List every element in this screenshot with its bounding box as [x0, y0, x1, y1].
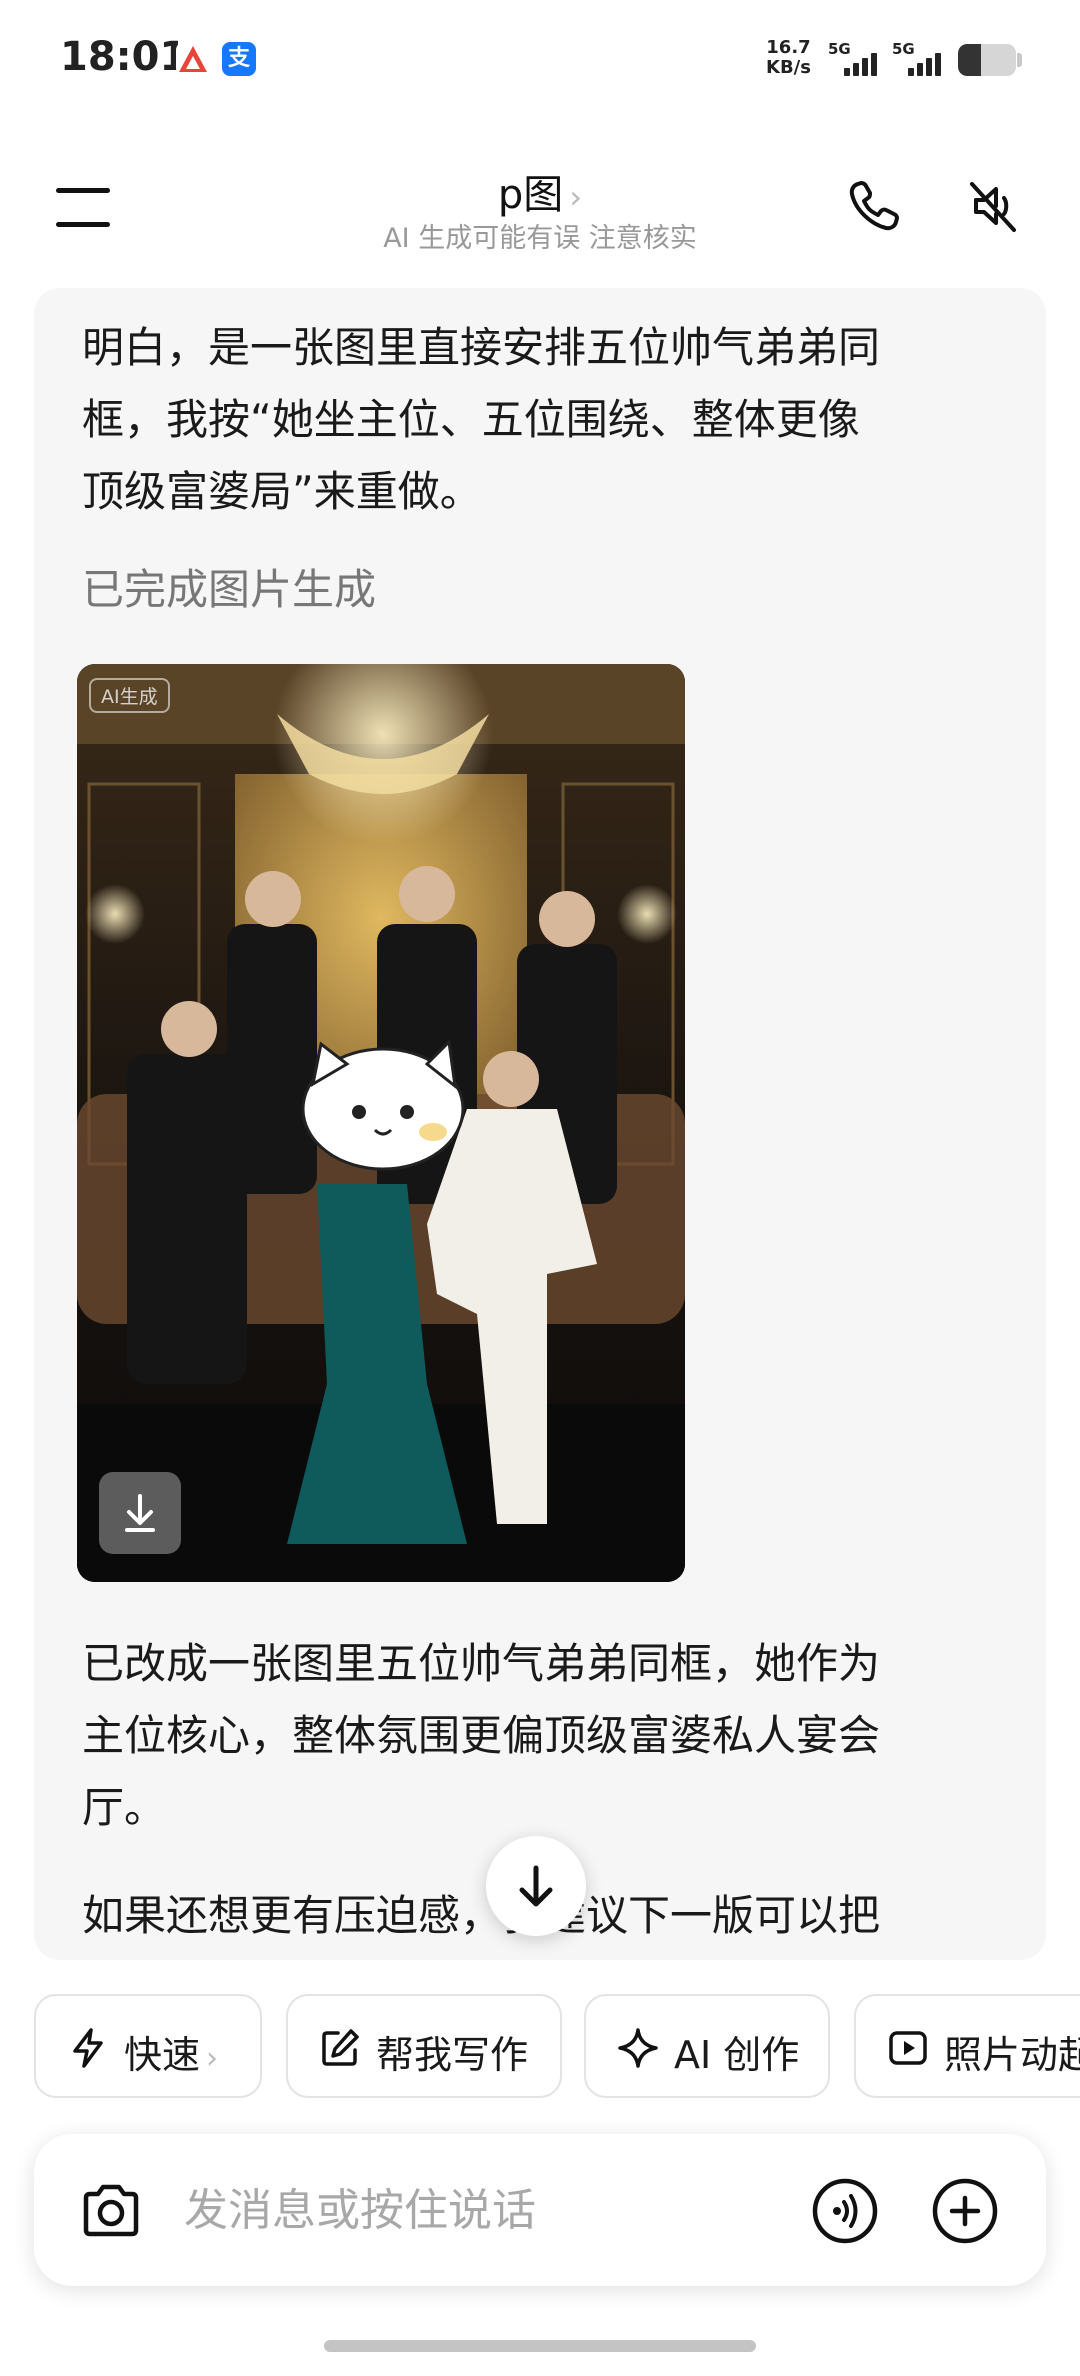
chip-ai-create[interactable]: AI 创作: [584, 1994, 830, 2098]
sparkle-icon: [618, 2028, 658, 2068]
status-time: 18:01: [60, 34, 188, 80]
network-speed: 16.7 KB/s: [766, 37, 811, 78]
assistant-message-result: 已改成一张图里五位帅气弟弟同框，她作为 主位核心，整体氛围更偏顶级富婆私人宴会 …: [82, 1639, 881, 1832]
chip-animate-photo[interactable]: 照片动起来: [854, 1994, 1080, 2098]
status-bar: 18:01 支 16.7 KB/s 5G 5G: [0, 0, 1080, 120]
scroll-to-bottom-button[interactable]: [486, 1836, 586, 1936]
battery-icon: [958, 44, 1016, 76]
chat-header: p图 › AI 生成可能有误 注意核实: [0, 140, 1080, 270]
generated-image[interactable]: AI生成: [77, 664, 685, 1582]
app-notification-icon: [176, 42, 210, 76]
generated-image-scene: [77, 664, 685, 1582]
phone-icon[interactable]: [844, 176, 904, 236]
message-input[interactable]: [184, 2174, 804, 2246]
ai-generated-badge: AI生成: [89, 678, 170, 713]
lightning-icon: [73, 2028, 103, 2068]
chip-fast[interactable]: 快速 ›: [34, 1994, 262, 2098]
chevron-right-icon: ›: [569, 178, 583, 216]
voice-call-icon[interactable]: [810, 2176, 880, 2246]
signal-strength-icon: 5G: [828, 40, 880, 80]
alipay-icon: 支: [222, 42, 256, 76]
message-input-bar: [34, 2134, 1046, 2286]
play-icon: [889, 2031, 927, 2065]
download-button[interactable]: [99, 1472, 181, 1554]
camera-icon[interactable]: [76, 2176, 146, 2246]
signal-strength-icon-2: 5G: [892, 40, 944, 80]
quick-action-chips: 快速› 帮我写作 AI 创作 照片动起来: [0, 1994, 1080, 2100]
edit-icon: [322, 2029, 359, 2066]
chat-message-card: 明白，是一张图里直接安排五位帅气弟弟同 框，我按“她坐主位、五位围绕、整体更像 …: [34, 288, 1046, 1960]
download-icon: [125, 1494, 155, 1532]
chat-title[interactable]: p图 ›: [0, 162, 1080, 220]
home-indicator[interactable]: [324, 2340, 756, 2352]
arrow-down-icon: [519, 1865, 553, 1907]
mute-icon[interactable]: [962, 176, 1022, 236]
chevron-right-icon: ›: [206, 2041, 219, 2076]
plus-icon[interactable]: [930, 2176, 1000, 2246]
image-generation-status: 已完成图片生成: [82, 565, 377, 614]
assistant-message-intro: 明白，是一张图里直接安排五位帅气弟弟同 框，我按“她坐主位、五位围绕、整体更像 …: [82, 323, 881, 516]
ai-disclaimer: AI 生成可能有误 注意核实: [383, 223, 697, 254]
battery-fill: [958, 44, 982, 76]
chip-writing[interactable]: 帮我写作: [286, 1994, 562, 2098]
